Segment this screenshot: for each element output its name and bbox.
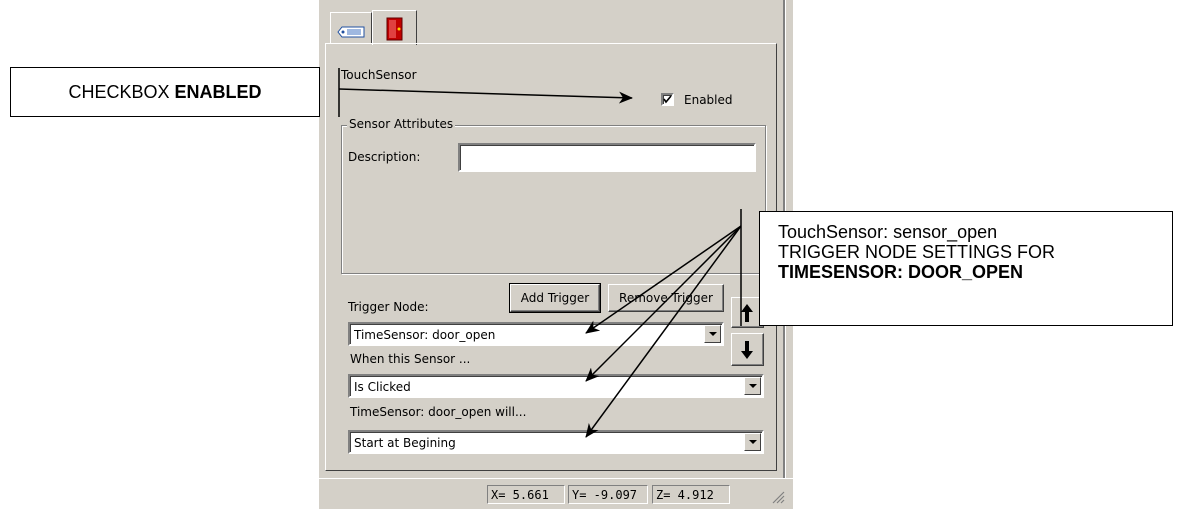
annotation-arrows bbox=[338, 68, 742, 438]
